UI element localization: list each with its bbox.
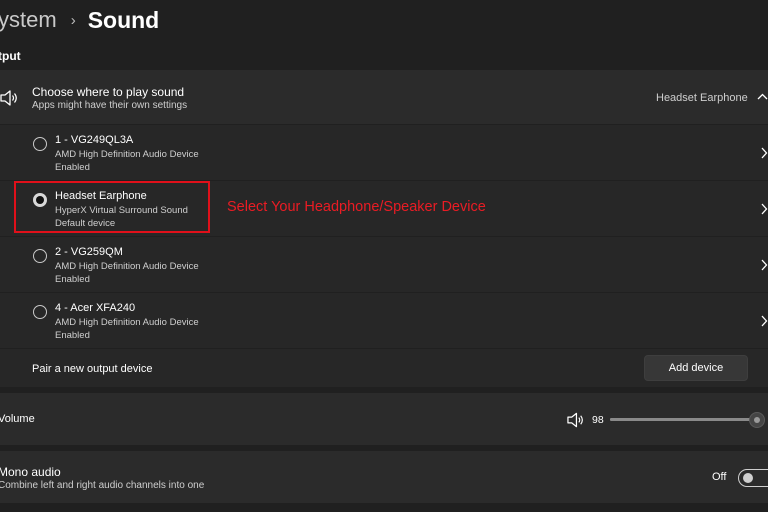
volume-slider-fill — [610, 418, 757, 421]
volume-slider-thumb[interactable] — [749, 412, 765, 428]
speaker-icon[interactable] — [567, 412, 584, 428]
breadcrumb-parent[interactable]: ystem — [0, 7, 57, 33]
breadcrumb: ystem › Sound — [0, 4, 159, 36]
chevron-right-icon[interactable] — [760, 203, 768, 215]
breadcrumb-chevron-icon: › — [70, 11, 76, 29]
volume-value: 98 — [592, 414, 604, 426]
chevron-right-icon[interactable] — [760, 315, 768, 327]
mono-audio-state: Off — [712, 471, 727, 483]
toggle-knob — [743, 473, 753, 483]
device-status: Enabled — [55, 330, 90, 341]
chevron-right-icon[interactable] — [760, 147, 768, 159]
page-title: Sound — [87, 6, 160, 33]
device-name: 4 - Acer XFA240 — [55, 302, 136, 314]
device-radio[interactable] — [33, 137, 47, 151]
choose-output-value: Headset Earphone — [656, 92, 748, 104]
annotation-text: Select Your Headphone/Speaker Device — [227, 199, 486, 215]
mono-audio-row — [0, 451, 768, 503]
device-name: 1 - VG249QL3A — [55, 134, 134, 146]
device-driver: AMD High Definition Audio Device — [55, 317, 199, 328]
device-status: Enabled — [55, 162, 90, 173]
mono-audio-subtitle: Combine left and right audio channels in… — [0, 480, 205, 491]
add-device-button[interactable]: Add device — [644, 355, 748, 381]
choose-output-subtitle: Apps might have their own settings — [32, 100, 188, 111]
device-status: Enabled — [55, 274, 90, 285]
choose-output-title: Choose where to play sound — [32, 85, 185, 99]
volume-label: Volume — [0, 413, 35, 425]
annotation-highlight-box — [14, 181, 210, 233]
device-driver: AMD High Definition Audio Device — [55, 149, 199, 160]
section-label-output: tput — [0, 49, 21, 63]
mono-audio-title: Mono audio — [0, 465, 61, 479]
device-name: 2 - VG259QM — [55, 246, 123, 258]
volume-slider[interactable] — [610, 412, 765, 428]
device-radio[interactable] — [33, 249, 47, 263]
speaker-icon — [0, 90, 17, 106]
pair-device-label: Pair a new output device — [32, 363, 153, 375]
chevron-right-icon[interactable] — [760, 259, 768, 271]
device-radio[interactable] — [33, 305, 47, 319]
mono-audio-toggle[interactable] — [738, 469, 768, 487]
device-driver: AMD High Definition Audio Device — [55, 261, 199, 272]
chevron-up-icon[interactable] — [757, 91, 768, 103]
